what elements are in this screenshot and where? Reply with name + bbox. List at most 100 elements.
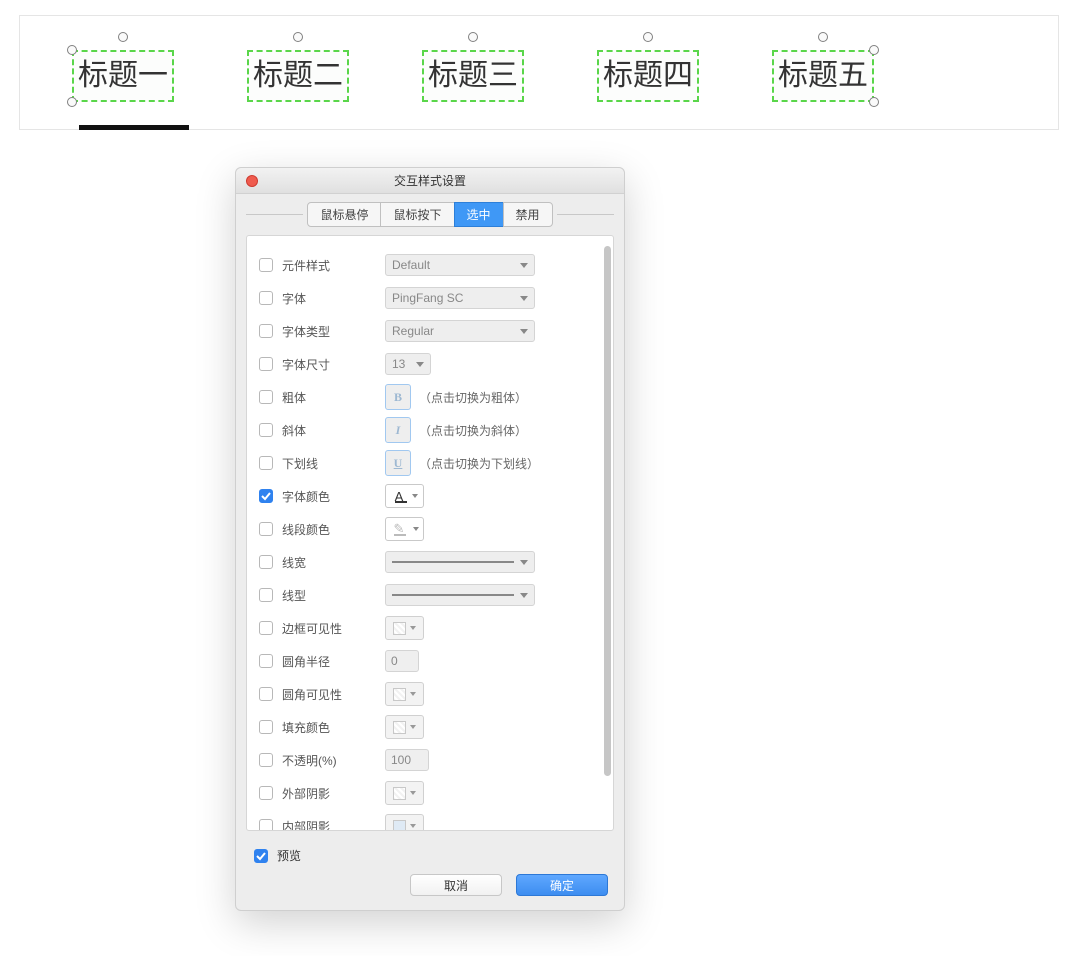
- line-color-picker[interactable]: ✎: [385, 517, 424, 541]
- resize-handle-icon[interactable]: [818, 32, 828, 42]
- label: 线宽: [282, 554, 306, 571]
- checkbox[interactable]: [259, 753, 273, 767]
- preview-row: 预览: [236, 841, 624, 874]
- widget-tab-3[interactable]: 标题三: [422, 50, 524, 102]
- checkbox[interactable]: [259, 621, 273, 635]
- cancel-button[interactable]: 取消: [410, 874, 502, 896]
- row-line-width: 线宽: [259, 547, 601, 577]
- properties-scroll[interactable]: 元件样式 Default 字体 PingFang SC: [247, 236, 613, 830]
- label: 线型: [282, 587, 306, 604]
- resize-handle-icon[interactable]: [67, 45, 77, 55]
- dialog-tabbar: 鼠标悬停 鼠标按下 选中 禁用: [236, 194, 624, 235]
- font-size-select[interactable]: 13: [385, 353, 431, 375]
- corner-vis-picker[interactable]: [385, 682, 424, 706]
- preview-checkbox[interactable]: [254, 849, 268, 863]
- tab-label: 标题四: [603, 59, 693, 92]
- italic-toggle[interactable]: I: [385, 417, 411, 443]
- tab-press[interactable]: 鼠标按下: [380, 202, 454, 227]
- dialog-title: 交互样式设置: [394, 172, 466, 189]
- checkbox[interactable]: [259, 819, 273, 830]
- properties-panel: 元件样式 Default 字体 PingFang SC: [246, 235, 614, 831]
- interaction-style-dialog: 交互样式设置 鼠标悬停 鼠标按下 选中 禁用 元件样式 Default: [235, 167, 625, 911]
- chevron-down-icon: [410, 725, 416, 729]
- tab-selected[interactable]: 选中: [454, 202, 504, 227]
- scrollbar[interactable]: [604, 246, 611, 820]
- tab-hover[interactable]: 鼠标悬停: [307, 202, 381, 227]
- label: 字体尺寸: [282, 356, 330, 373]
- line-width-select[interactable]: [385, 551, 535, 573]
- checkbox[interactable]: [259, 357, 273, 371]
- resize-handle-icon[interactable]: [869, 97, 879, 107]
- tab-label: 标题三: [428, 59, 518, 92]
- line-sample-icon: [392, 561, 514, 563]
- checkbox[interactable]: [259, 258, 273, 272]
- chevron-down-icon: [412, 494, 418, 498]
- checkbox[interactable]: [259, 456, 273, 470]
- checkbox[interactable]: [259, 324, 273, 338]
- border-vis-picker[interactable]: [385, 616, 424, 640]
- label: 字体: [282, 290, 306, 307]
- widget-tab-4[interactable]: 标题四: [597, 50, 699, 102]
- resize-handle-icon[interactable]: [869, 45, 879, 55]
- checkbox[interactable]: [259, 390, 273, 404]
- line-type-select[interactable]: [385, 584, 535, 606]
- resize-handle-icon[interactable]: [67, 97, 77, 107]
- active-tab-underline: [79, 125, 189, 130]
- dialog-titlebar[interactable]: 交互样式设置: [236, 168, 624, 194]
- resize-handle-icon[interactable]: [118, 32, 128, 42]
- tab-label: 标题五: [778, 59, 868, 92]
- ok-button[interactable]: 确定: [516, 874, 608, 896]
- chevron-down-icon: [410, 824, 416, 828]
- resize-handle-icon[interactable]: [468, 32, 478, 42]
- font-select[interactable]: PingFang SC: [385, 287, 535, 309]
- bold-toggle[interactable]: B: [385, 384, 411, 410]
- checkbox[interactable]: [259, 654, 273, 668]
- preview-label: 预览: [277, 847, 301, 864]
- chevron-down-icon: [410, 791, 416, 795]
- font-type-select[interactable]: Regular: [385, 320, 535, 342]
- resize-handle-icon[interactable]: [293, 32, 303, 42]
- fill-color-picker[interactable]: [385, 715, 424, 739]
- checkbox[interactable]: [259, 522, 273, 536]
- label: 内部阴影: [282, 818, 330, 831]
- row-font: 字体 PingFang SC: [259, 283, 601, 313]
- close-icon[interactable]: [246, 175, 258, 187]
- radius-input[interactable]: 0: [385, 650, 419, 672]
- hint: （点击切换为粗体）: [419, 389, 527, 406]
- chevron-down-icon: [520, 263, 528, 268]
- scrollbar-thumb[interactable]: [604, 246, 611, 776]
- underline-toggle[interactable]: U: [385, 450, 411, 476]
- row-radius: 圆角半径 0: [259, 646, 601, 676]
- state-tabs: 鼠标悬停 鼠标按下 选中 禁用: [307, 202, 552, 227]
- label: 粗体: [282, 389, 306, 406]
- tab-disabled[interactable]: 禁用: [503, 202, 553, 227]
- widget-tab-1[interactable]: 标题一: [72, 50, 174, 102]
- label: 下划线: [282, 455, 318, 472]
- checkbox[interactable]: [259, 489, 273, 503]
- canvas-area[interactable]: 标题一 标题二 标题三 标题四 标题五: [19, 15, 1059, 130]
- resize-handle-icon[interactable]: [643, 32, 653, 42]
- inner-shadow-picker[interactable]: [385, 814, 424, 830]
- row-border-visibility: 边框可见性: [259, 613, 601, 643]
- checkbox[interactable]: [259, 786, 273, 800]
- row-font-size: 字体尺寸 13: [259, 349, 601, 379]
- widget-tab-5[interactable]: 标题五: [772, 50, 874, 102]
- row-font-color: 字体颜色 A: [259, 481, 601, 511]
- checkbox[interactable]: [259, 720, 273, 734]
- checkbox[interactable]: [259, 687, 273, 701]
- checkbox[interactable]: [259, 555, 273, 569]
- row-fill-color: 填充颜色: [259, 712, 601, 742]
- opacity-input[interactable]: 100: [385, 749, 429, 771]
- checkbox[interactable]: [259, 423, 273, 437]
- font-color-picker[interactable]: A: [385, 484, 424, 508]
- checkbox[interactable]: [259, 291, 273, 305]
- chevron-down-icon: [413, 527, 419, 531]
- outer-shadow-picker[interactable]: [385, 781, 424, 805]
- row-line-color: 线段颜色 ✎: [259, 514, 601, 544]
- widget-tab-2[interactable]: 标题二: [247, 50, 349, 102]
- widget-style-select[interactable]: Default: [385, 254, 535, 276]
- label: 圆角可见性: [282, 686, 342, 703]
- label: 字体类型: [282, 323, 330, 340]
- checkbox[interactable]: [259, 588, 273, 602]
- tab-label: 标题一: [78, 59, 168, 92]
